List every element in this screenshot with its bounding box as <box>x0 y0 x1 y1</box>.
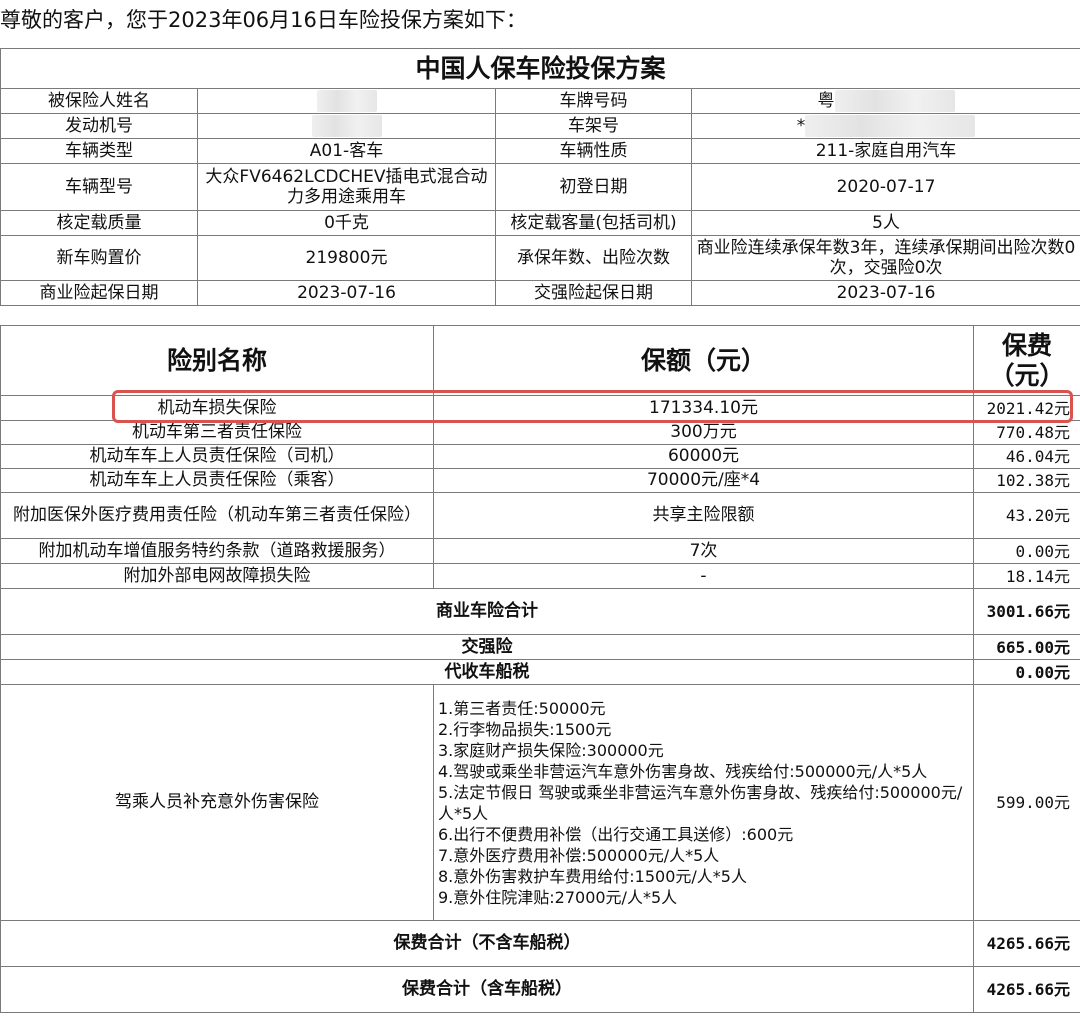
vessel-tax-value: 0.00元 <box>973 659 1080 685</box>
list-item: 9.意外住院津贴:27000元/人*5人 <box>438 887 678 907</box>
compulsory-label: 交强险 <box>0 634 974 660</box>
coverage-fee: 2021.42元 <box>973 395 1080 421</box>
table-row: 机动车损失保险 171334.10元 2021.42元 <box>0 395 1080 421</box>
coverage-fee: 18.14元 <box>973 563 1080 589</box>
table-row: 保费合计（含车船税） 4265.66元 <box>0 966 1080 1013</box>
price-value: 219800元 <box>197 235 496 281</box>
list-item: 5.法定节假日 驾驶或乘坐非营运汽车意外伤害身故、残疾给付:500000元/人*… <box>438 782 963 823</box>
header-coverage-name: 险别名称 <box>0 325 434 396</box>
list-item: 3.家庭财产损失保险:300000元 <box>438 740 664 760</box>
first-reg-value: 2020-07-17 <box>690 163 1080 211</box>
coverage-fee: 770.48元 <box>973 420 1080 445</box>
total-excl-tax-value: 4265.66元 <box>973 920 1080 967</box>
commercial-start-value: 2023-07-16 <box>197 280 496 306</box>
vessel-tax-label: 代收车船税 <box>0 659 974 685</box>
model-value: 大众FV6462LCDCHEV插电式混合动力多用途乘用车 <box>197 163 496 211</box>
list-item: 4.驾驶或乘坐非营运汽车意外伤害身故、残疾给付:500000元/人*5人 <box>438 761 928 781</box>
compulsory-start-value: 2023-07-16 <box>690 280 1080 306</box>
coverage-fee: 43.20元 <box>973 492 1080 539</box>
accident-coverage-name: 驾乘人员补充意外伤害保险 <box>0 684 434 921</box>
capacity-value: 5人 <box>690 210 1080 236</box>
vehicle-info-table: 中国人保车险投保方案 被保险人姓名 车牌号码 粤 发动机号 车架号 * 车辆类型… <box>0 48 1080 306</box>
vehicle-nature-value: 211-家庭自用汽车 <box>690 138 1080 164</box>
insured-name-label: 被保险人姓名 <box>0 88 198 114</box>
table-row: 机动车车上人员责任保险（司机） 60000元 46.04元 <box>0 444 1080 469</box>
accident-coverage-items: 1.第三者责任:50000元 2.行李物品损失:1500元 3.家庭财产损失保险… <box>433 684 974 921</box>
total-incl-tax-value: 4265.66元 <box>973 966 1080 1013</box>
accident-fee: 599.00元 <box>973 684 1080 921</box>
coverage-name: 机动车损失保险 <box>0 395 434 421</box>
coverage-amount: - <box>433 563 974 589</box>
list-item: 8.意外伤害救护车费用给付:1500元/人*5人 <box>438 866 747 886</box>
model-label: 车辆型号 <box>0 163 198 211</box>
greeting-text: 尊敬的客户，您于2023年06月16日车险投保方案如下： <box>0 8 527 32</box>
table-row: 交强险 665.00元 <box>0 634 1080 660</box>
table-row: 机动车第三者责任保险 300万元 770.48元 <box>0 420 1080 445</box>
first-reg-label: 初登日期 <box>495 163 692 211</box>
engine-value <box>197 113 496 139</box>
redaction-mask <box>316 90 377 112</box>
vin-value: * <box>690 113 1080 139</box>
table-row: 附加机动车增值服务特约条款（道路救援服务） 7次 0.00元 <box>0 538 1080 564</box>
coverage-table: 险别名称 保额（元） 保费 （元） 机动车损失保险 171334.10元 202… <box>0 325 1080 1013</box>
coverage-name: 附加医保外医疗费用责任险（机动车第三者责任保险） <box>0 492 434 539</box>
table-row: 驾乘人员补充意外伤害保险 1.第三者责任:50000元 2.行李物品损失:150… <box>0 684 1080 921</box>
coverage-amount: 300万元 <box>433 420 974 445</box>
coverage-amount: 60000元 <box>433 444 974 469</box>
vin-label: 车架号 <box>495 113 692 139</box>
coverage-name: 机动车车上人员责任保险（司机） <box>0 444 434 469</box>
compulsory-start-label: 交强险起保日期 <box>495 280 692 306</box>
total-incl-tax-label: 保费合计（含车船税） <box>0 966 974 1013</box>
compulsory-value: 665.00元 <box>973 634 1080 660</box>
table-row: 机动车车上人员责任保险（乘客） 70000元/座*4 102.38元 <box>0 468 1080 493</box>
insured-name-value <box>197 88 496 114</box>
plan-title: 中国人保车险投保方案 <box>0 48 1080 89</box>
coverage-name: 机动车车上人员责任保险（乘客） <box>0 468 434 493</box>
coverage-name: 附加机动车增值服务特约条款（道路救援服务） <box>0 538 434 564</box>
coverage-fee: 0.00元 <box>973 538 1080 564</box>
vehicle-type-label: 车辆类型 <box>0 138 198 164</box>
coverage-name: 机动车第三者责任保险 <box>0 420 434 445</box>
header-fee: 保费 （元） <box>973 325 1080 396</box>
coverage-amount: 共享主险限额 <box>433 492 974 539</box>
list-item: 2.行李物品损失:1500元 <box>438 719 612 739</box>
coverage-name: 附加外部电网故障损失险 <box>0 563 434 589</box>
plate-value: 粤 <box>690 88 1080 114</box>
plate-label: 车牌号码 <box>495 88 692 114</box>
header-amount: 保额（元） <box>433 325 974 396</box>
table-row: 附加外部电网故障损失险 - 18.14元 <box>0 563 1080 589</box>
table-row: 保费合计（不含车船税） 4265.66元 <box>0 920 1080 967</box>
redaction-mask <box>834 90 955 112</box>
years-label: 承保年数、出险次数 <box>495 235 692 281</box>
vehicle-type-value: A01-客车 <box>197 138 496 164</box>
table-row: 代收车船税 0.00元 <box>0 659 1080 685</box>
coverage-amount: 171334.10元 <box>433 395 974 421</box>
load-mass-value: 0千克 <box>197 210 496 236</box>
coverage-amount: 70000元/座*4 <box>433 468 974 493</box>
commercial-total-value: 3001.66元 <box>973 588 1080 635</box>
years-value: 商业险连续承保年数3年，连续承保期间出险次数0次，交强险0次 <box>690 235 1080 281</box>
list-item: 1.第三者责任:50000元 <box>438 698 606 718</box>
table-row: 商业车险合计 3001.66元 <box>0 588 1080 635</box>
capacity-label: 核定载客量(包括司机) <box>495 210 692 236</box>
coverage-amount: 7次 <box>433 538 974 564</box>
coverage-fee: 102.38元 <box>973 468 1080 493</box>
list-item: 7.意外医疗费用补偿:500000元/人*5人 <box>438 845 720 865</box>
vehicle-nature-label: 车辆性质 <box>495 138 692 164</box>
redaction-mask <box>311 115 382 137</box>
total-excl-tax-label: 保费合计（不含车船税） <box>0 920 974 967</box>
price-label: 新车购置价 <box>0 235 198 281</box>
table-row: 附加医保外医疗费用责任险（机动车第三者责任保险） 共享主险限额 43.20元 <box>0 492 1080 539</box>
coverage-fee: 46.04元 <box>973 444 1080 469</box>
redaction-mask <box>805 115 976 137</box>
commercial-start-label: 商业险起保日期 <box>0 280 198 306</box>
commercial-total-label: 商业车险合计 <box>0 588 974 635</box>
load-mass-label: 核定载质量 <box>0 210 198 236</box>
engine-label: 发动机号 <box>0 113 198 139</box>
list-item: 6.出行不便费用补偿（出行交通工具送修）:600元 <box>438 824 794 844</box>
